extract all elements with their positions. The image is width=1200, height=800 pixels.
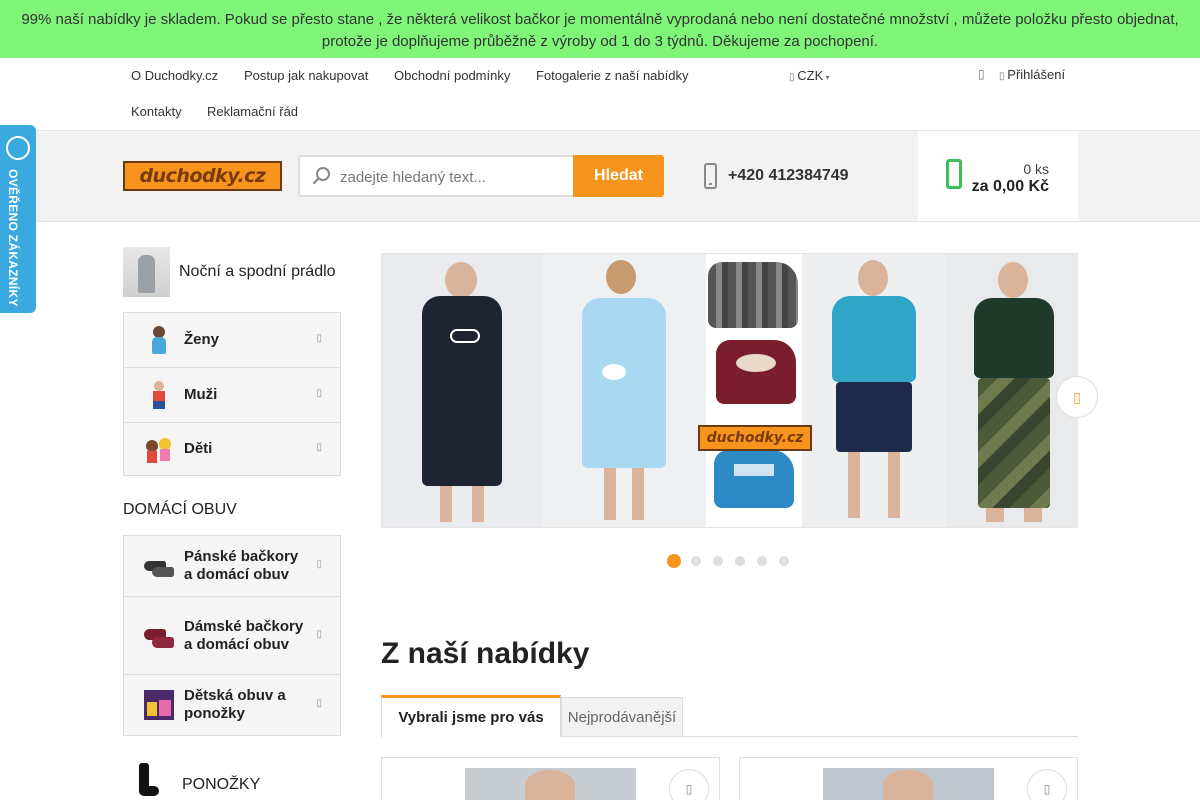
- notice-line-2: protože je doplňujeme průběžně z výroby …: [321, 33, 879, 50]
- verified-badge-text: OVĚŘENO ZÁKAZNÍKY: [6, 169, 20, 307]
- slider-dot[interactable]: [691, 556, 701, 566]
- nav-link-gallery[interactable]: Fotogalerie z naší nabídky: [536, 68, 688, 84]
- phone-number[interactable]: +420 412384749: [728, 167, 849, 185]
- cart-icon: [946, 159, 962, 189]
- chevron-right-icon: ▯: [1073, 388, 1081, 405]
- sidebar-category-label: Noční a spodní prádlo: [179, 263, 336, 280]
- verified-seal-icon: [6, 136, 30, 160]
- chevron-right-icon: ▯: [316, 559, 322, 570]
- banner-logo-text: duchodky.cz: [706, 430, 804, 446]
- kids-icon: [144, 434, 174, 464]
- verified-by-customers-badge[interactable]: OVĚŘENO ZÁKAZNÍKY: [0, 125, 36, 313]
- search-box: [298, 155, 574, 197]
- sidebar-item-men[interactable]: Muži ▯: [124, 368, 340, 423]
- banner-panel-mens-pyjama-teal: [802, 254, 946, 527]
- sidebar-category-socks[interactable]: PONOŽKY: [123, 760, 260, 800]
- chevron-right-icon: ▯: [316, 698, 322, 709]
- sidebar-section-title-home-footwear[interactable]: DOMÁCÍ OBUV: [123, 501, 237, 519]
- product-image[interactable]: [465, 768, 636, 800]
- slider-next-button[interactable]: ▯: [1056, 376, 1098, 418]
- product-image[interactable]: [823, 768, 994, 800]
- chevron-right-icon: ▯: [316, 442, 322, 453]
- sidebar-item-women[interactable]: Ženy ▯: [124, 313, 340, 368]
- sidebar-item-label: Ženy: [184, 331, 220, 348]
- nav-link-about[interactable]: O Duchodky.cz: [131, 68, 218, 84]
- sidebar-item-label: Pánské bačkory a domácí obuv: [184, 548, 299, 583]
- kids-footwear-icon: [144, 690, 174, 720]
- search-icon: [312, 167, 330, 185]
- cart-count: 0 ks: [1023, 161, 1049, 177]
- nav-link-contacts[interactable]: Kontakty: [131, 104, 182, 120]
- offers-tabs: Vybrali jsme pro vás Nejprodávanější: [381, 695, 1078, 738]
- tab-bestsellers[interactable]: Nejprodávanější: [561, 697, 683, 737]
- sidebar-item-label: Dámské bačkory a domácí obuv: [184, 617, 304, 653]
- slider-dot[interactable]: [735, 556, 745, 566]
- search-input[interactable]: [340, 165, 568, 189]
- sidebar-item-label: Dětská obuv a ponožky: [184, 687, 286, 722]
- top-navigation: O Duchodky.cz Postup jak nakupovat Obcho…: [0, 58, 1200, 131]
- sidebar-item-womens-slippers[interactable]: Dámské bačkory a domácí obuv ▯: [124, 597, 340, 675]
- slider-dot[interactable]: [667, 554, 681, 568]
- banner-panel-womens-nightdress: [542, 254, 706, 527]
- woman-icon: [144, 325, 174, 355]
- slider-dot[interactable]: [713, 556, 723, 566]
- cart-mini-icon[interactable]: ▯: [978, 67, 985, 81]
- product-card[interactable]: ▯: [739, 757, 1078, 800]
- womens-slippers-icon: [144, 621, 174, 651]
- offers-heading: Z naší nabídky: [381, 637, 590, 670]
- chevron-down-icon: ▾: [823, 73, 830, 82]
- nav-link-complaints[interactable]: Reklamační řád: [207, 104, 298, 120]
- site-header: duchodky.cz Hledat +420 412384749 0 ks z…: [0, 131, 1200, 222]
- sidebar-item-kids-footwear[interactable]: Dětská obuv a ponožky ▯: [124, 675, 340, 735]
- slider-dot[interactable]: [779, 556, 789, 566]
- sock-icon: [123, 760, 171, 800]
- nav-link-terms[interactable]: Obchodní podmínky: [394, 68, 510, 84]
- favorite-icon[interactable]: ▯: [1027, 769, 1067, 800]
- currency-label: CZK: [797, 68, 824, 83]
- chevron-right-icon: ▯: [316, 333, 322, 344]
- sidebar-category-nightwear[interactable]: Noční a spodní prádlo: [123, 247, 336, 297]
- slider-pagination: [667, 554, 801, 568]
- currency-selector[interactable]: ▯ CZK ▾: [789, 68, 830, 86]
- logo-text: duchodky.cz: [139, 165, 266, 187]
- search-button[interactable]: Hledat: [573, 155, 664, 197]
- sidebar-group-home-footwear: Pánské bačkory a domácí obuv ▯ Dámské ba…: [123, 535, 341, 736]
- cart-widget[interactable]: 0 ks za 0,00 Kč: [918, 131, 1078, 221]
- sidebar-category-label: PONOŽKY: [182, 776, 261, 793]
- banner-panel-slippers: [706, 254, 802, 527]
- sidebar-item-mens-slippers[interactable]: Pánské bačkory a domácí obuv ▯: [124, 536, 340, 597]
- favorite-icon[interactable]: ▯: [669, 769, 709, 800]
- banner-slider[interactable]: duchodky.cz: [381, 253, 1078, 528]
- mens-slippers-icon: [144, 551, 174, 581]
- nightwear-thumbnail: [123, 247, 170, 297]
- sidebar-group-nightwear: Ženy ▯ Muži ▯ Děti ▯: [123, 312, 341, 476]
- login-label: Přihlášení: [1007, 67, 1066, 82]
- chevron-right-icon: ▯: [316, 628, 322, 640]
- banner-logo: duchodky.cz: [698, 425, 812, 451]
- product-card[interactable]: ▯: [381, 757, 720, 800]
- sidebar-item-label: Muži: [184, 386, 218, 403]
- man-icon: [144, 380, 174, 410]
- banner-panel-mens-nightshirt: [382, 254, 542, 527]
- stock-notice-bar: 99% naší nabídky je skladem. Pokud se př…: [0, 0, 1200, 58]
- nav-link-how-to-buy[interactable]: Postup jak nakupovat: [244, 68, 368, 84]
- tab-recommended[interactable]: Vybrali jsme pro vás: [381, 695, 561, 738]
- login-link[interactable]: ▯ Přihlášení: [999, 67, 1065, 85]
- phone-icon: [704, 163, 717, 189]
- chevron-right-icon: ▯: [316, 388, 322, 399]
- cart-total: za 0,00 Kč: [971, 178, 1049, 195]
- sidebar-item-kids[interactable]: Děti ▯: [124, 423, 340, 475]
- slider-dot[interactable]: [757, 556, 767, 566]
- notice-line-1: 99% naší nabídky je skladem. Pokud se př…: [21, 11, 1179, 28]
- site-logo[interactable]: duchodky.cz: [123, 161, 282, 191]
- sidebar-item-label: Děti: [184, 440, 213, 457]
